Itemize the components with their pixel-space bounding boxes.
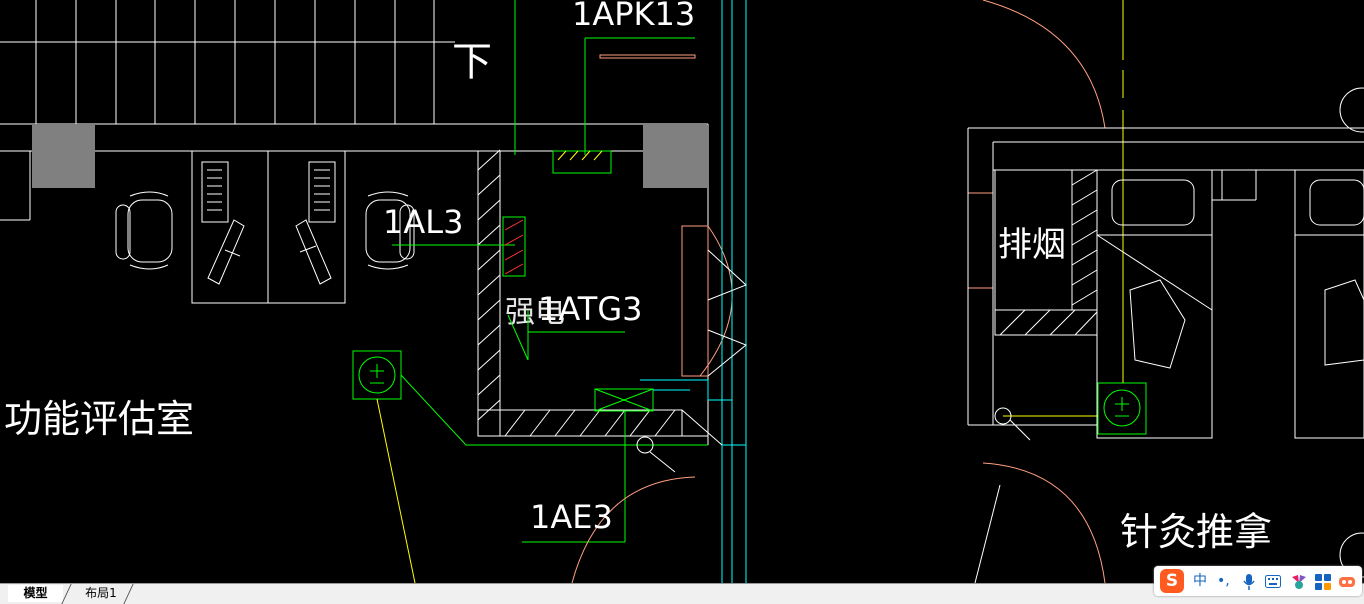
socket-symbol-right [1097, 382, 1147, 435]
door-arcs [571, 0, 1106, 583]
label-1apk13: 1APK13 [572, 0, 695, 33]
tools-icon[interactable] [1338, 574, 1356, 590]
label-1al3: 1AL3 [383, 203, 463, 241]
socket-symbol-left [352, 350, 402, 400]
column-right [643, 125, 707, 188]
ime-toolbar[interactable]: S 中 •, [1154, 566, 1362, 596]
door-frame-lines [636, 249, 1031, 473]
ime-punctuation-toggle[interactable]: •, [1217, 572, 1230, 590]
panel-hatch [504, 219, 524, 275]
keyboard-icon[interactable] [1265, 575, 1281, 588]
tab-layout1[interactable]: 布局1 [74, 585, 128, 602]
ime-mode-toggle[interactable]: 中 [1193, 572, 1207, 590]
tab-model[interactable]: 模型 [8, 585, 63, 602]
mic-icon[interactable] [1242, 573, 1256, 591]
sogou-logo-icon[interactable]: S [1160, 569, 1184, 593]
cad-drawing-canvas[interactable]: 下 强电 1APK13 1AL3 1ATG3 1AE3 功能评估室 排烟 针灸推… [0, 0, 1364, 583]
label-1atg3: 1ATG3 [538, 290, 642, 328]
column-left [32, 125, 95, 188]
label-1ae3: 1AE3 [530, 498, 613, 536]
room-label-smoke-exhaust: 排烟 [998, 225, 1066, 265]
right-rooms [967, 87, 1364, 583]
room-label-function-assessment: 功能评估室 [4, 397, 194, 441]
staircase [0, 0, 708, 221]
skin-icon[interactable] [1290, 573, 1308, 591]
panel-hatch-top [557, 150, 603, 161]
grid-icon[interactable] [1315, 574, 1331, 590]
desk-area [191, 150, 346, 304]
room-label-acupuncture: 针灸推拿 [1120, 510, 1272, 554]
yellow-lines [376, 0, 1124, 583]
chair-left [115, 191, 173, 270]
stair-down-label: 下 [452, 39, 492, 85]
